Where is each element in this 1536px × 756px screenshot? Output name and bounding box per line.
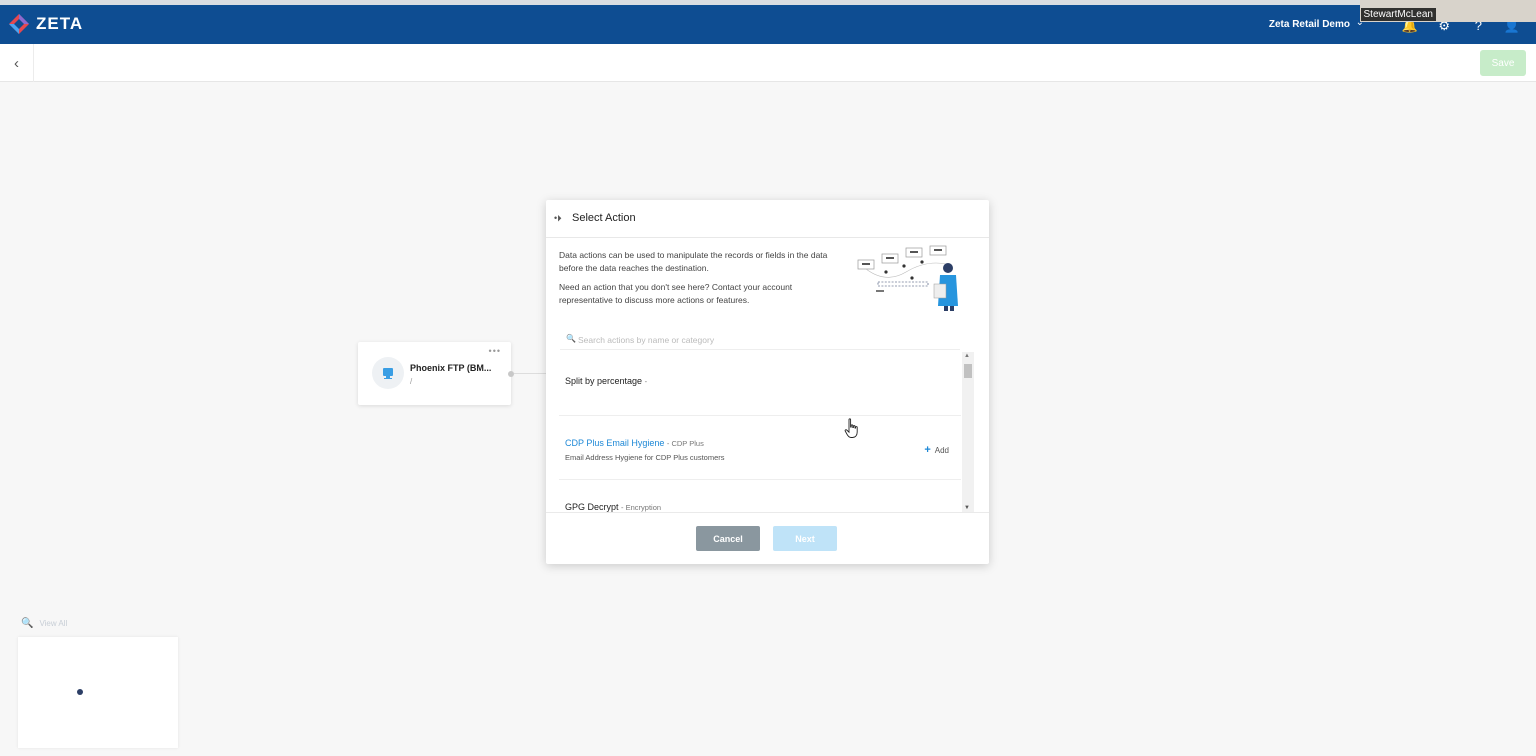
node-title: Phoenix FTP (BM... <box>410 363 492 373</box>
plus-icon: + <box>924 444 931 456</box>
zeta-logo-icon <box>9 14 29 34</box>
select-action-modal: •⏵ Select Action Data actions can be use… <box>546 200 989 564</box>
node-icon-container <box>372 357 404 389</box>
scroll-thumb[interactable] <box>964 364 972 378</box>
source-node-card[interactable]: Phoenix FTP (BM... / ••• <box>358 342 514 405</box>
top-header: ZETA Zeta Retail Demo ⌄ 🔔 ⚙ ? 👤 <box>0 0 1536 44</box>
canvas-minimap[interactable] <box>18 637 178 748</box>
list-item[interactable]: CDP Plus Email Hygiene - CDP Plus Email … <box>559 416 961 480</box>
cancel-button[interactable]: Cancel <box>696 526 760 551</box>
zeta-logo[interactable]: ZETA <box>8 13 83 35</box>
search-input[interactable] <box>578 332 948 348</box>
search-icon: 🔍 <box>21 618 34 629</box>
modal-footer: Cancel Next <box>546 512 989 564</box>
action-list: Split by percentage - CDP Plus Email Hyg… <box>559 352 961 512</box>
video-participant-name: StewartMcLean <box>1360 8 1436 21</box>
item-name: Split by percentage - <box>565 376 648 386</box>
action-icon: •⏵ <box>554 213 562 223</box>
modal-description: Data actions can be used to manipulate t… <box>559 250 828 273</box>
node-output-port[interactable] <box>508 371 514 377</box>
modal-header: •⏵ Select Action <box>546 200 989 238</box>
action-search: 🔍 <box>560 330 960 350</box>
add-label: Add <box>934 445 949 455</box>
search-icon: 🔍 <box>566 334 576 343</box>
next-button[interactable]: Next <box>773 526 837 551</box>
list-item[interactable]: GPG Decrypt - Encryption <box>559 480 961 512</box>
item-name: GPG Decrypt - Encryption <box>565 502 662 512</box>
save-button[interactable]: Save <box>1480 50 1526 76</box>
data-actions-illustration-icon <box>857 245 958 311</box>
sub-toolbar: ‹ Save <box>0 44 1536 82</box>
back-button[interactable]: ‹ <box>0 44 34 82</box>
view-all-link[interactable]: 🔍 View All <box>21 618 67 629</box>
item-description: Email Address Hygiene for CDP Plus custo… <box>565 453 725 462</box>
view-all-label: View All <box>39 619 68 628</box>
add-action-button[interactable]: + Add <box>924 444 949 456</box>
modal-help-text: Need an action that you don't see here? … <box>559 282 793 305</box>
list-item[interactable]: Split by percentage - <box>559 352 961 416</box>
hand-cursor-icon <box>844 418 858 438</box>
modal-title: Select Action <box>572 212 636 224</box>
chevron-left-icon: ‹ <box>14 54 19 72</box>
org-selector[interactable]: Zeta Retail Demo <box>1269 19 1350 30</box>
list-scrollbar[interactable]: ▲ ▼ <box>962 352 974 512</box>
minimap-node-dot <box>77 689 83 695</box>
node-subtitle: / <box>410 377 413 386</box>
logo-text: ZETA <box>36 14 84 33</box>
server-icon <box>383 368 393 379</box>
node-more-icon[interactable]: ••• <box>489 346 501 356</box>
node-connector <box>514 373 546 374</box>
item-name[interactable]: CDP Plus Email Hygiene - CDP Plus <box>565 438 704 448</box>
scroll-up-icon[interactable]: ▲ <box>964 353 970 359</box>
scroll-down-icon[interactable]: ▼ <box>964 505 970 511</box>
